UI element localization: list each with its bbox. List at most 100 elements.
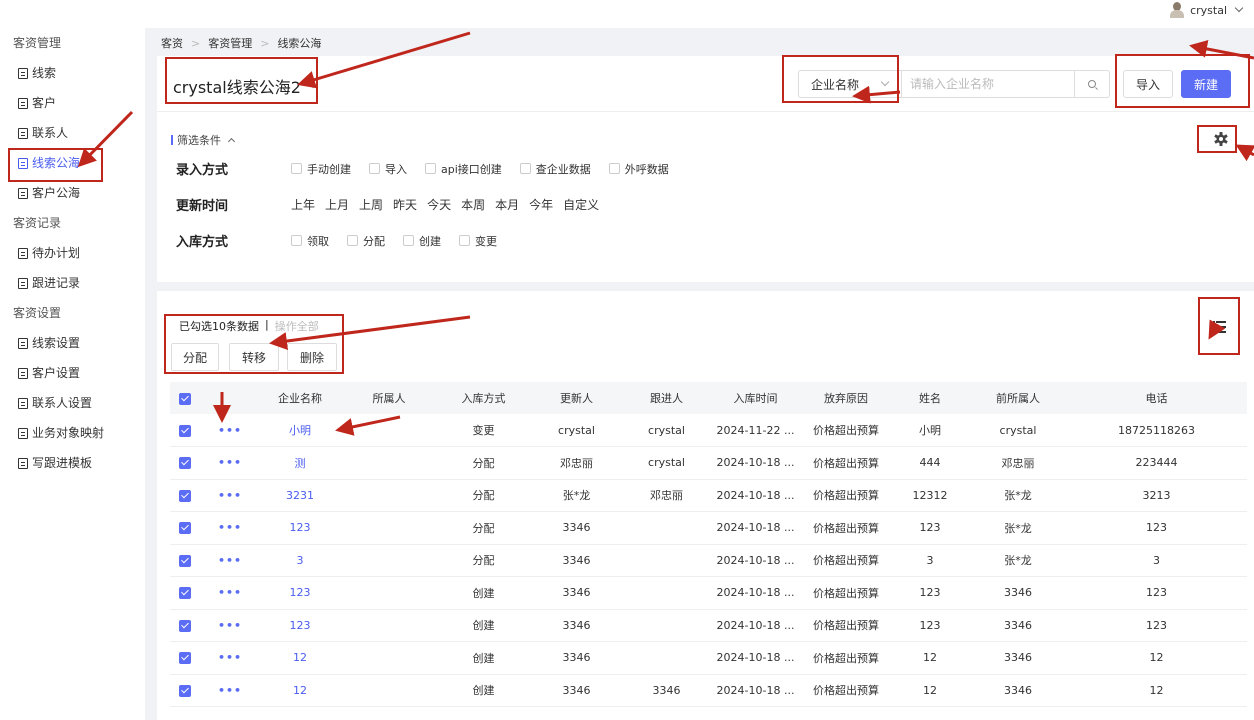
assign-button[interactable]: 分配 — [171, 343, 219, 371]
sidebar-item[interactable]: 业务对象映射 — [0, 418, 145, 448]
column-header[interactable]: 入库时间 — [709, 382, 802, 414]
company-name-link[interactable]: 123 — [290, 586, 311, 599]
column-header[interactable]: 姓名 — [890, 382, 970, 414]
sidebar-item[interactable]: 客户设置 — [0, 358, 145, 388]
sidebar-item[interactable]: 待办计划 — [0, 238, 145, 268]
delete-button[interactable]: 删除 — [287, 343, 337, 371]
search-field-select[interactable]: 企业名称 — [798, 70, 901, 98]
checkbox[interactable] — [425, 163, 436, 174]
filter-toggle[interactable]: 筛选条件 — [171, 132, 236, 148]
row-checkbox[interactable] — [179, 554, 191, 567]
company-name-link[interactable]: 12 — [293, 684, 307, 697]
company-name-link[interactable]: 测 — [295, 457, 306, 470]
more-actions-icon[interactable]: ••• — [218, 521, 242, 534]
breadcrumb-item[interactable]: 客资管理 — [208, 35, 252, 51]
company-name-link[interactable]: 小明 — [289, 424, 311, 437]
more-actions-icon[interactable]: ••• — [218, 684, 242, 697]
filter-time-option[interactable]: 今天 — [427, 196, 451, 213]
more-actions-icon[interactable]: ••• — [218, 489, 242, 502]
column-header[interactable]: 所属人 — [340, 382, 438, 414]
more-actions-icon[interactable]: ••• — [218, 456, 242, 469]
document-icon — [18, 367, 28, 379]
new-button[interactable]: 新建 — [1181, 70, 1231, 98]
checkbox[interactable] — [403, 235, 414, 246]
table-cell: 张*龙 — [529, 479, 624, 512]
checkbox[interactable] — [291, 235, 302, 246]
company-name-link[interactable]: 123 — [290, 619, 311, 632]
company-name-link[interactable]: 3231 — [286, 489, 314, 502]
company-name-link[interactable]: 123 — [290, 521, 311, 534]
company-name-link[interactable]: 12 — [293, 651, 307, 664]
filter-time-option[interactable]: 本月 — [495, 196, 519, 213]
table-cell: 价格超出预算 — [802, 576, 890, 610]
transfer-button[interactable]: 转移 — [229, 343, 279, 371]
column-header[interactable]: 入库方式 — [438, 382, 529, 414]
checkbox[interactable] — [519, 163, 531, 174]
column-header[interactable]: 前所属人 — [970, 382, 1066, 414]
select-all-link[interactable]: 操作全部 — [275, 318, 319, 334]
row-checkbox[interactable] — [179, 489, 191, 502]
table-cell — [340, 674, 438, 707]
sidebar-item[interactable]: 联系人设置 — [0, 388, 145, 418]
more-actions-icon[interactable]: ••• — [218, 424, 242, 437]
filter-time-option[interactable]: 上周 — [359, 196, 383, 213]
column-header[interactable]: 电话 — [1066, 382, 1247, 414]
column-header[interactable]: 跟进人 — [624, 382, 709, 414]
filter-time-option[interactable]: 上年 — [291, 196, 315, 213]
page-title-switcher[interactable]: crystal线索公海2 — [173, 74, 318, 98]
row-checkbox[interactable] — [179, 619, 191, 632]
gear-icon[interactable] — [1214, 132, 1228, 146]
row-checkbox[interactable] — [179, 457, 191, 470]
checkbox[interactable] — [459, 235, 470, 246]
filter-time-option[interactable]: 自定义 — [563, 196, 599, 213]
user-menu[interactable]: crystal — [1170, 0, 1244, 20]
filter-time-option[interactable]: 昨天 — [393, 196, 417, 213]
sidebar-item[interactable]: 客户公海 — [0, 178, 145, 208]
filter-checkbox-option[interactable]: 导入 — [369, 161, 407, 177]
column-settings-icon[interactable] — [1213, 321, 1226, 333]
checkbox[interactable] — [608, 163, 620, 174]
column-header[interactable]: 更新人 — [529, 382, 624, 414]
row-checkbox[interactable] — [179, 652, 191, 665]
search-button[interactable] — [1074, 70, 1110, 98]
filter-checkbox-option[interactable]: 变更 — [459, 233, 497, 249]
more-actions-icon[interactable]: ••• — [218, 651, 242, 664]
filter-checkbox-option[interactable]: 领取 — [291, 233, 329, 249]
sidebar-item[interactable]: 客户 — [0, 88, 145, 118]
filter-checkbox-option[interactable]: 外呼数据 — [608, 161, 669, 177]
checkbox[interactable] — [347, 235, 358, 246]
row-checkbox[interactable] — [179, 522, 191, 535]
sidebar-item[interactable]: 联系人 — [0, 118, 145, 148]
sidebar-item[interactable]: 线索设置 — [0, 328, 145, 358]
checkbox[interactable] — [291, 163, 302, 174]
select-all-checkbox[interactable] — [179, 392, 191, 405]
filter-checkbox-option[interactable]: api接口创建 — [425, 161, 502, 177]
row-checkbox[interactable] — [179, 587, 191, 600]
column-header[interactable]: 企业名称 — [260, 382, 340, 414]
filter-checkbox-option[interactable]: 分配 — [347, 233, 385, 249]
sidebar: 客资管理 线索 客户 联系人 线索公海 客户公海 客资记录 待办计划 跟进记录 客资设置 线索设置客… — [0, 28, 145, 720]
sidebar-item[interactable]: 写跟进模板 — [0, 448, 145, 478]
checkbox[interactable] — [369, 163, 380, 174]
filter-time-option[interactable]: 今年 — [529, 196, 553, 213]
filter-time-option[interactable]: 上月 — [325, 196, 349, 213]
sidebar-item[interactable]: 线索公海 — [0, 148, 145, 178]
import-button[interactable]: 导入 — [1123, 70, 1173, 98]
row-checkbox[interactable] — [179, 684, 191, 697]
more-actions-icon[interactable]: ••• — [218, 554, 242, 567]
search-input[interactable] — [901, 70, 1074, 98]
filter-row-label: 录入方式 — [176, 163, 229, 178]
breadcrumb-item[interactable]: 客资 — [161, 35, 183, 51]
row-checkbox[interactable] — [179, 424, 191, 437]
table-cell: crystal — [624, 446, 709, 480]
filter-checkbox-option[interactable]: 创建 — [403, 233, 441, 249]
filter-checkbox-option[interactable]: 查企业数据 — [519, 161, 591, 177]
filter-checkbox-option[interactable]: 手动创建 — [291, 161, 351, 177]
more-actions-icon[interactable]: ••• — [218, 619, 242, 632]
company-name-link[interactable]: 3 — [297, 554, 304, 567]
filter-time-option[interactable]: 本周 — [461, 196, 485, 213]
sidebar-item[interactable]: 线索 — [0, 58, 145, 88]
more-actions-icon[interactable]: ••• — [218, 586, 242, 599]
sidebar-item[interactable]: 跟进记录 — [0, 268, 145, 298]
column-header[interactable]: 放弃原因 — [802, 382, 890, 414]
